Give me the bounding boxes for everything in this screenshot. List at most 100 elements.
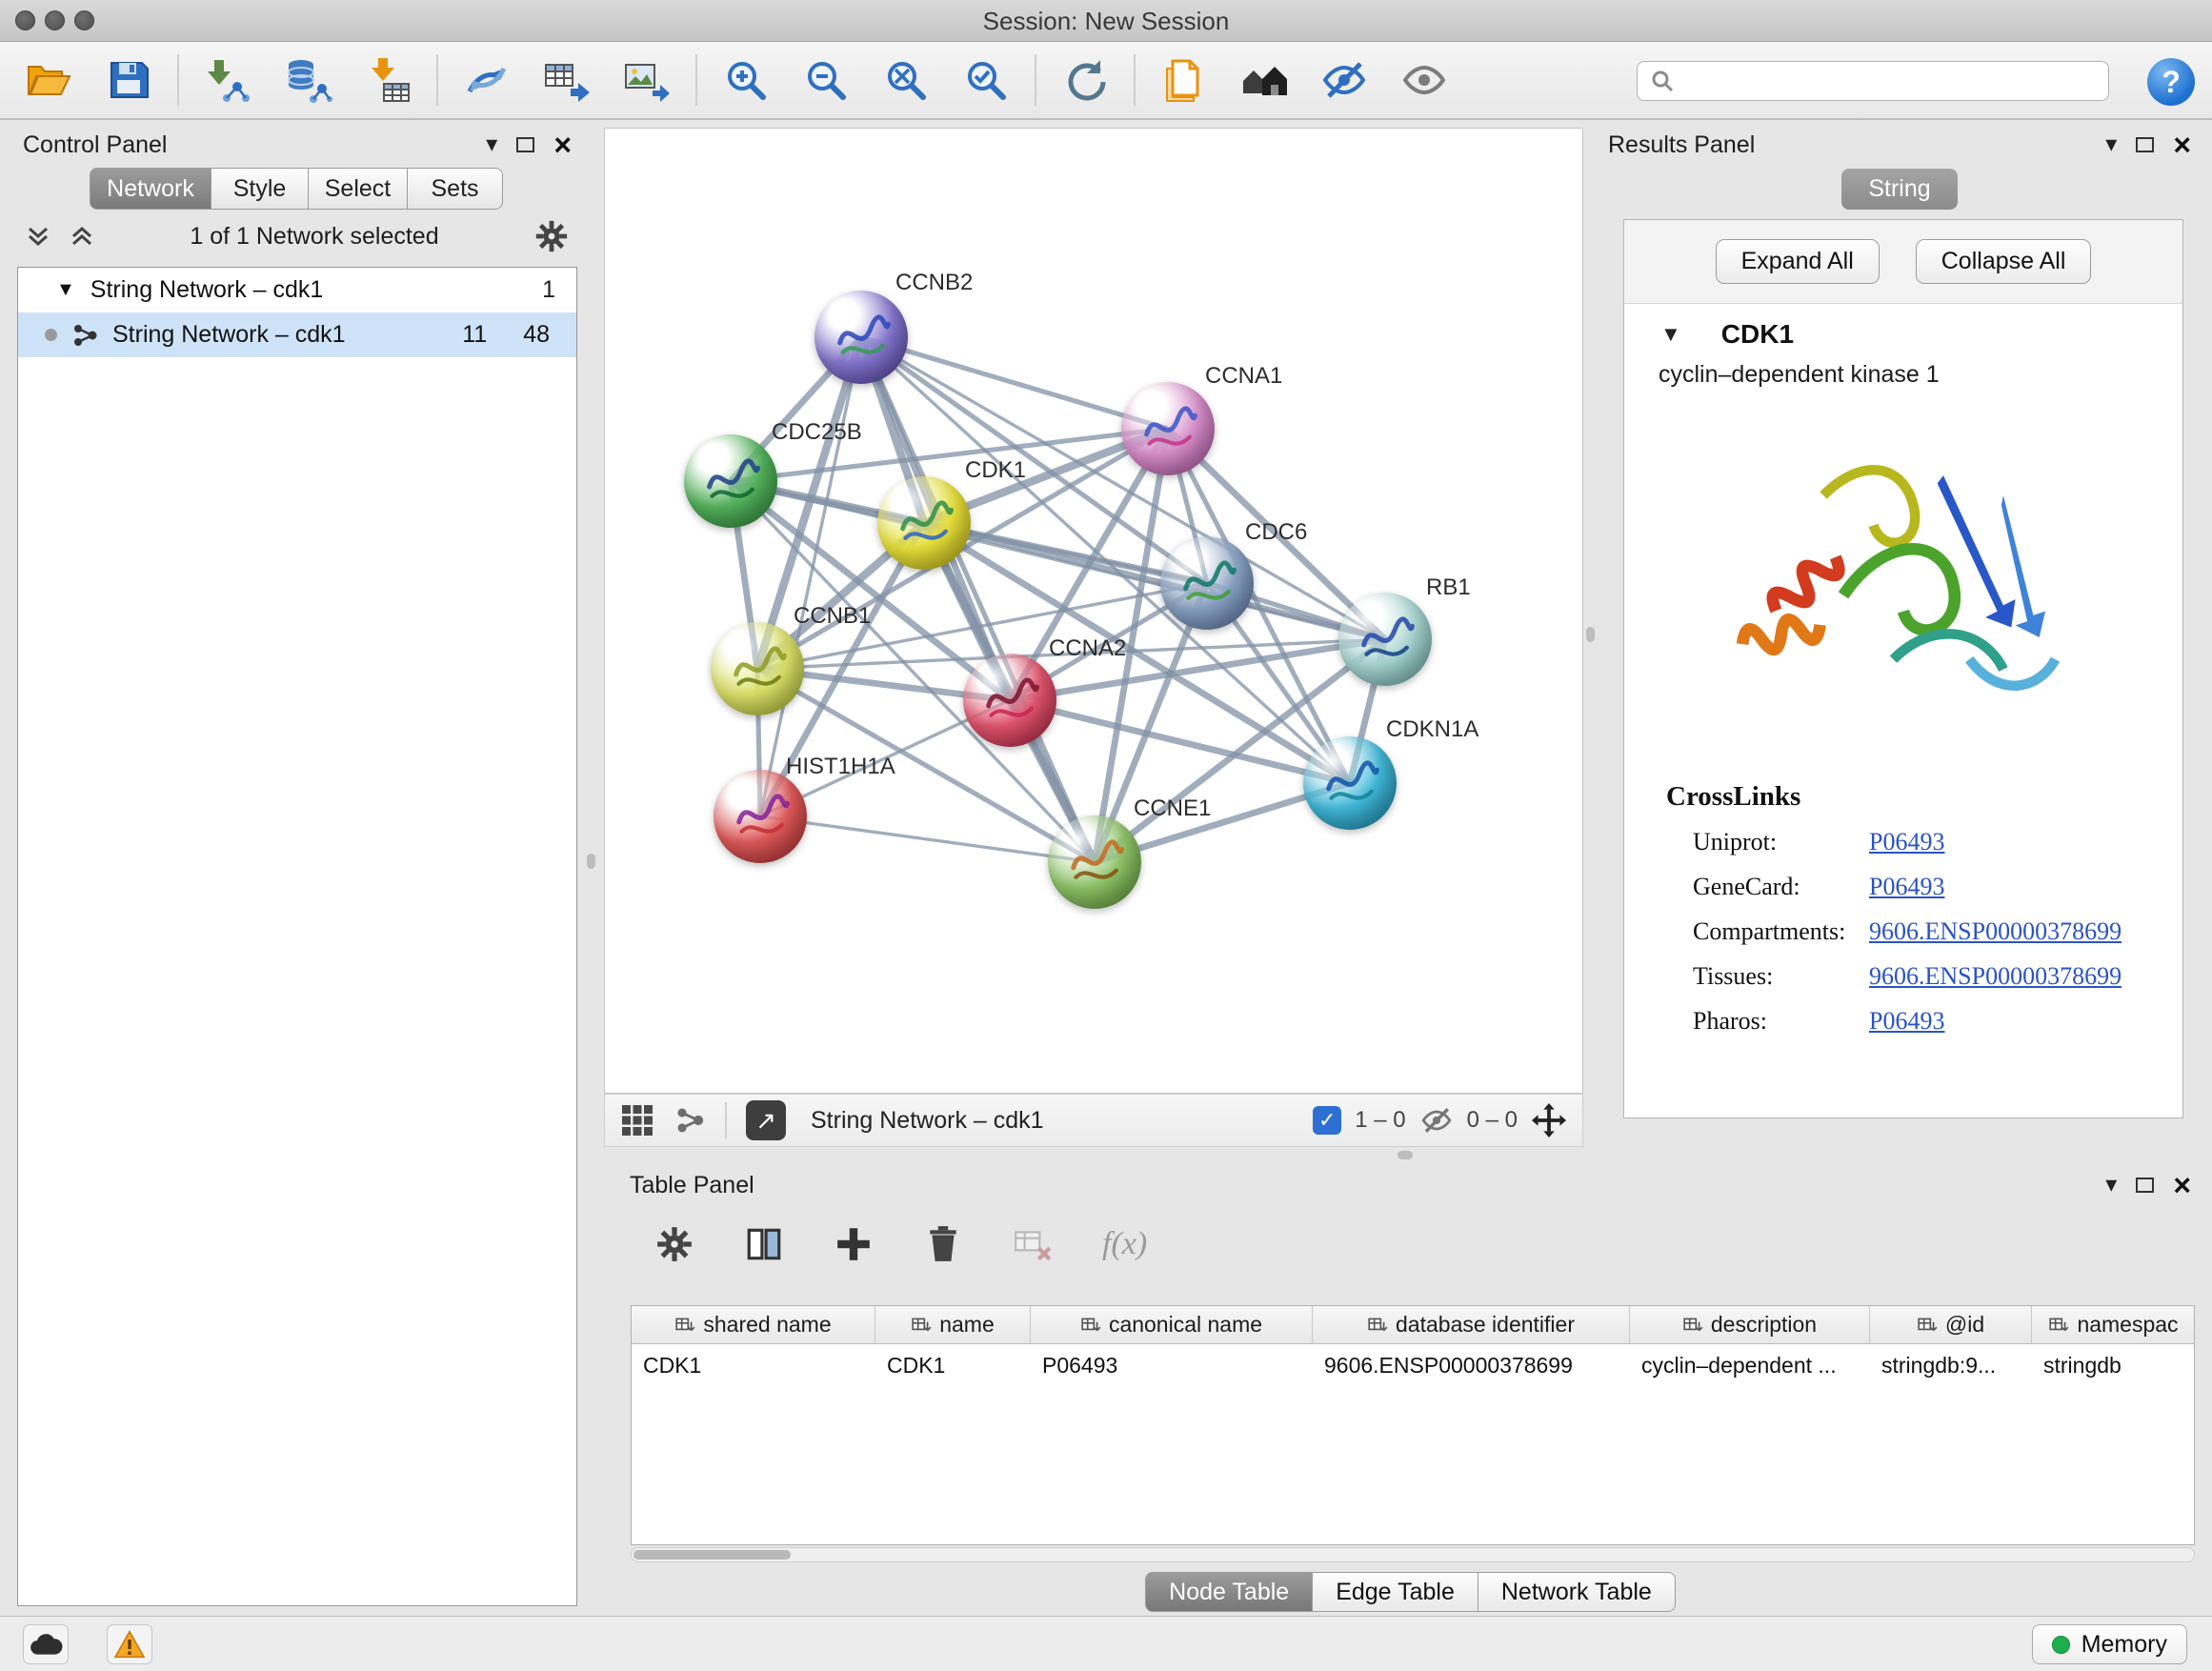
add-column-icon[interactable] xyxy=(834,1224,874,1264)
expand-all-button[interactable]: Expand All xyxy=(1716,239,1880,284)
results-panel-close-icon[interactable]: × xyxy=(2173,130,2191,160)
network-node-CCNB2[interactable] xyxy=(814,291,908,384)
selected-count-checkbox-icon[interactable]: ✓ xyxy=(1313,1106,1341,1135)
tab-style[interactable]: Style xyxy=(211,168,309,210)
crosslink-row-genecard: GeneCard: P06493 xyxy=(1666,873,2182,901)
column-header-canonical-name[interactable]: canonical name xyxy=(1031,1306,1313,1343)
tree-expander-icon[interactable]: ▼ xyxy=(56,279,75,301)
zoom-selected-icon[interactable] xyxy=(960,54,1012,106)
network-node-CDC6[interactable] xyxy=(1160,536,1254,630)
title-bar: Session: New Session xyxy=(0,0,2212,42)
zoom-out-icon[interactable] xyxy=(800,54,852,106)
gear-icon[interactable] xyxy=(533,218,570,254)
search-box[interactable] xyxy=(1637,61,2109,101)
open-in-new-window-icon[interactable]: ↗ xyxy=(746,1100,786,1140)
warning-icon[interactable] xyxy=(107,1624,152,1664)
results-panel: Results Panel ▾ × String Expand All Coll… xyxy=(1595,124,2204,1164)
expand-all-icon[interactable] xyxy=(69,223,95,250)
import-network-file-icon[interactable] xyxy=(202,54,253,106)
tree-row-network[interactable]: String Network – cdk1 11 48 xyxy=(18,312,576,357)
results-tab-string[interactable]: String xyxy=(1841,169,1957,210)
network-overview-icon[interactable] xyxy=(674,1104,706,1137)
pan-crosshair-icon[interactable] xyxy=(1531,1102,1567,1138)
zoom-fit-icon[interactable] xyxy=(880,54,932,106)
import-table-icon[interactable] xyxy=(362,54,413,106)
tab-node-table[interactable]: Node Table xyxy=(1145,1572,1313,1612)
neighbor-houses-icon[interactable] xyxy=(1238,54,1290,106)
table-cell[interactable]: CDK1 xyxy=(875,1344,1031,1386)
column-header-database-identifier[interactable]: database identifier xyxy=(1313,1306,1630,1343)
table-cell[interactable]: cyclin–dependent ... xyxy=(1630,1344,1870,1386)
left-splitter-handle[interactable] xyxy=(587,854,595,869)
gene-section-expander-icon[interactable]: ▼ xyxy=(1660,322,1681,347)
panel-float-icon[interactable] xyxy=(516,137,534,152)
table-cell[interactable]: stringdb xyxy=(2032,1344,2195,1386)
results-panel-menu-icon[interactable]: ▾ xyxy=(2105,133,2117,156)
column-header-name[interactable]: name xyxy=(875,1306,1031,1343)
compartments-link[interactable]: 9606.ENSP00000378699 xyxy=(1869,917,2122,946)
column-header-@id[interactable]: @id xyxy=(1870,1306,2032,1343)
tree-row-collection[interactable]: ▼ String Network – cdk1 1 xyxy=(18,268,576,312)
table-cell[interactable]: CDK1 xyxy=(632,1344,875,1386)
bottom-splitter-handle[interactable] xyxy=(1398,1151,1413,1159)
uniprot-link[interactable]: P06493 xyxy=(1869,828,1944,856)
pharos-link[interactable]: P06493 xyxy=(1869,1007,1944,1036)
panel-close-icon[interactable]: × xyxy=(553,130,572,160)
column-header-shared-name[interactable]: shared name xyxy=(632,1306,875,1343)
import-network-database-icon[interactable] xyxy=(282,54,333,106)
hide-selection-eye-icon[interactable] xyxy=(1318,54,1370,106)
table-panel-menu-icon[interactable]: ▾ xyxy=(2105,1174,2117,1197)
network-node-CDC25B[interactable] xyxy=(684,434,777,528)
panel-menu-icon[interactable]: ▾ xyxy=(486,133,497,156)
right-splitter-handle[interactable] xyxy=(1586,627,1595,642)
tissues-link[interactable]: 9606.ENSP00000378699 xyxy=(1869,962,2122,991)
tab-network[interactable]: Network xyxy=(90,168,211,210)
open-session-icon[interactable] xyxy=(23,54,74,106)
network-node-CDKN1A[interactable] xyxy=(1303,736,1397,830)
tab-select[interactable]: Select xyxy=(309,168,408,210)
zoom-in-icon[interactable] xyxy=(720,54,772,106)
table-horizontal-scrollbar[interactable] xyxy=(631,1547,2195,1562)
network-node-HIST1H1A[interactable] xyxy=(714,770,807,863)
genecard-link[interactable]: P06493 xyxy=(1869,873,1944,901)
grid-view-icon[interactable] xyxy=(620,1103,654,1137)
column-header-namespac[interactable]: namespac xyxy=(2032,1306,2195,1343)
network-view-title: String Network – cdk1 xyxy=(811,1107,1044,1135)
network-node-CCNB1[interactable] xyxy=(711,622,804,715)
current-network-bullet xyxy=(45,329,57,341)
table-panel-float-icon[interactable] xyxy=(2136,1178,2154,1193)
tab-edge-table[interactable]: Edge Table xyxy=(1313,1572,1478,1612)
collapse-all-icon[interactable] xyxy=(25,223,51,250)
tab-sets[interactable]: Sets xyxy=(408,168,503,210)
help-icon[interactable]: ? xyxy=(2147,58,2195,106)
delete-column-icon[interactable] xyxy=(923,1224,963,1264)
network-node-CDK1[interactable] xyxy=(877,476,971,570)
collapse-all-button[interactable]: Collapse All xyxy=(1916,239,2092,284)
network-view-toolbar: ↗ String Network – cdk1 ✓ 1 – 0 0 – 0 xyxy=(604,1094,1583,1147)
table-cell[interactable]: stringdb:9... xyxy=(1870,1344,2032,1386)
network-node-RB1[interactable] xyxy=(1338,593,1432,686)
search-input[interactable] xyxy=(1685,68,2097,94)
table-settings-gear-icon[interactable] xyxy=(654,1224,694,1264)
export-image-icon[interactable] xyxy=(621,54,673,106)
select-columns-icon[interactable] xyxy=(744,1224,784,1264)
table-row[interactable]: CDK1CDK1P064939606.ENSP00000378699cyclin… xyxy=(632,1344,2194,1386)
table-cell[interactable]: P06493 xyxy=(1031,1344,1313,1386)
table-panel-close-icon[interactable]: × xyxy=(2173,1170,2191,1200)
show-all-eye-icon[interactable] xyxy=(1398,54,1450,106)
network-arrows-icon[interactable] xyxy=(461,54,513,106)
network-node-CCNA1[interactable] xyxy=(1121,382,1215,475)
network-node-CCNA2[interactable] xyxy=(963,654,1056,747)
cloud-status-icon[interactable] xyxy=(23,1624,69,1664)
refresh-icon[interactable] xyxy=(1059,54,1111,106)
column-header-description[interactable]: description xyxy=(1630,1306,1870,1343)
tab-network-table[interactable]: Network Table xyxy=(1478,1572,1676,1612)
results-panel-float-icon[interactable] xyxy=(2136,137,2154,152)
export-table-icon[interactable] xyxy=(541,54,593,106)
save-session-icon[interactable] xyxy=(103,54,154,106)
network-canvas[interactable]: CCNB2CCNA1CDC25BCDK1CDC6RB1CCNB1CCNA2CDK… xyxy=(604,128,1583,1094)
table-cell[interactable]: 9606.ENSP00000378699 xyxy=(1313,1344,1630,1386)
memory-button[interactable]: Memory xyxy=(2032,1624,2187,1664)
network-node-CCNE1[interactable] xyxy=(1048,815,1141,909)
duplicate-page-icon[interactable] xyxy=(1158,54,1210,106)
